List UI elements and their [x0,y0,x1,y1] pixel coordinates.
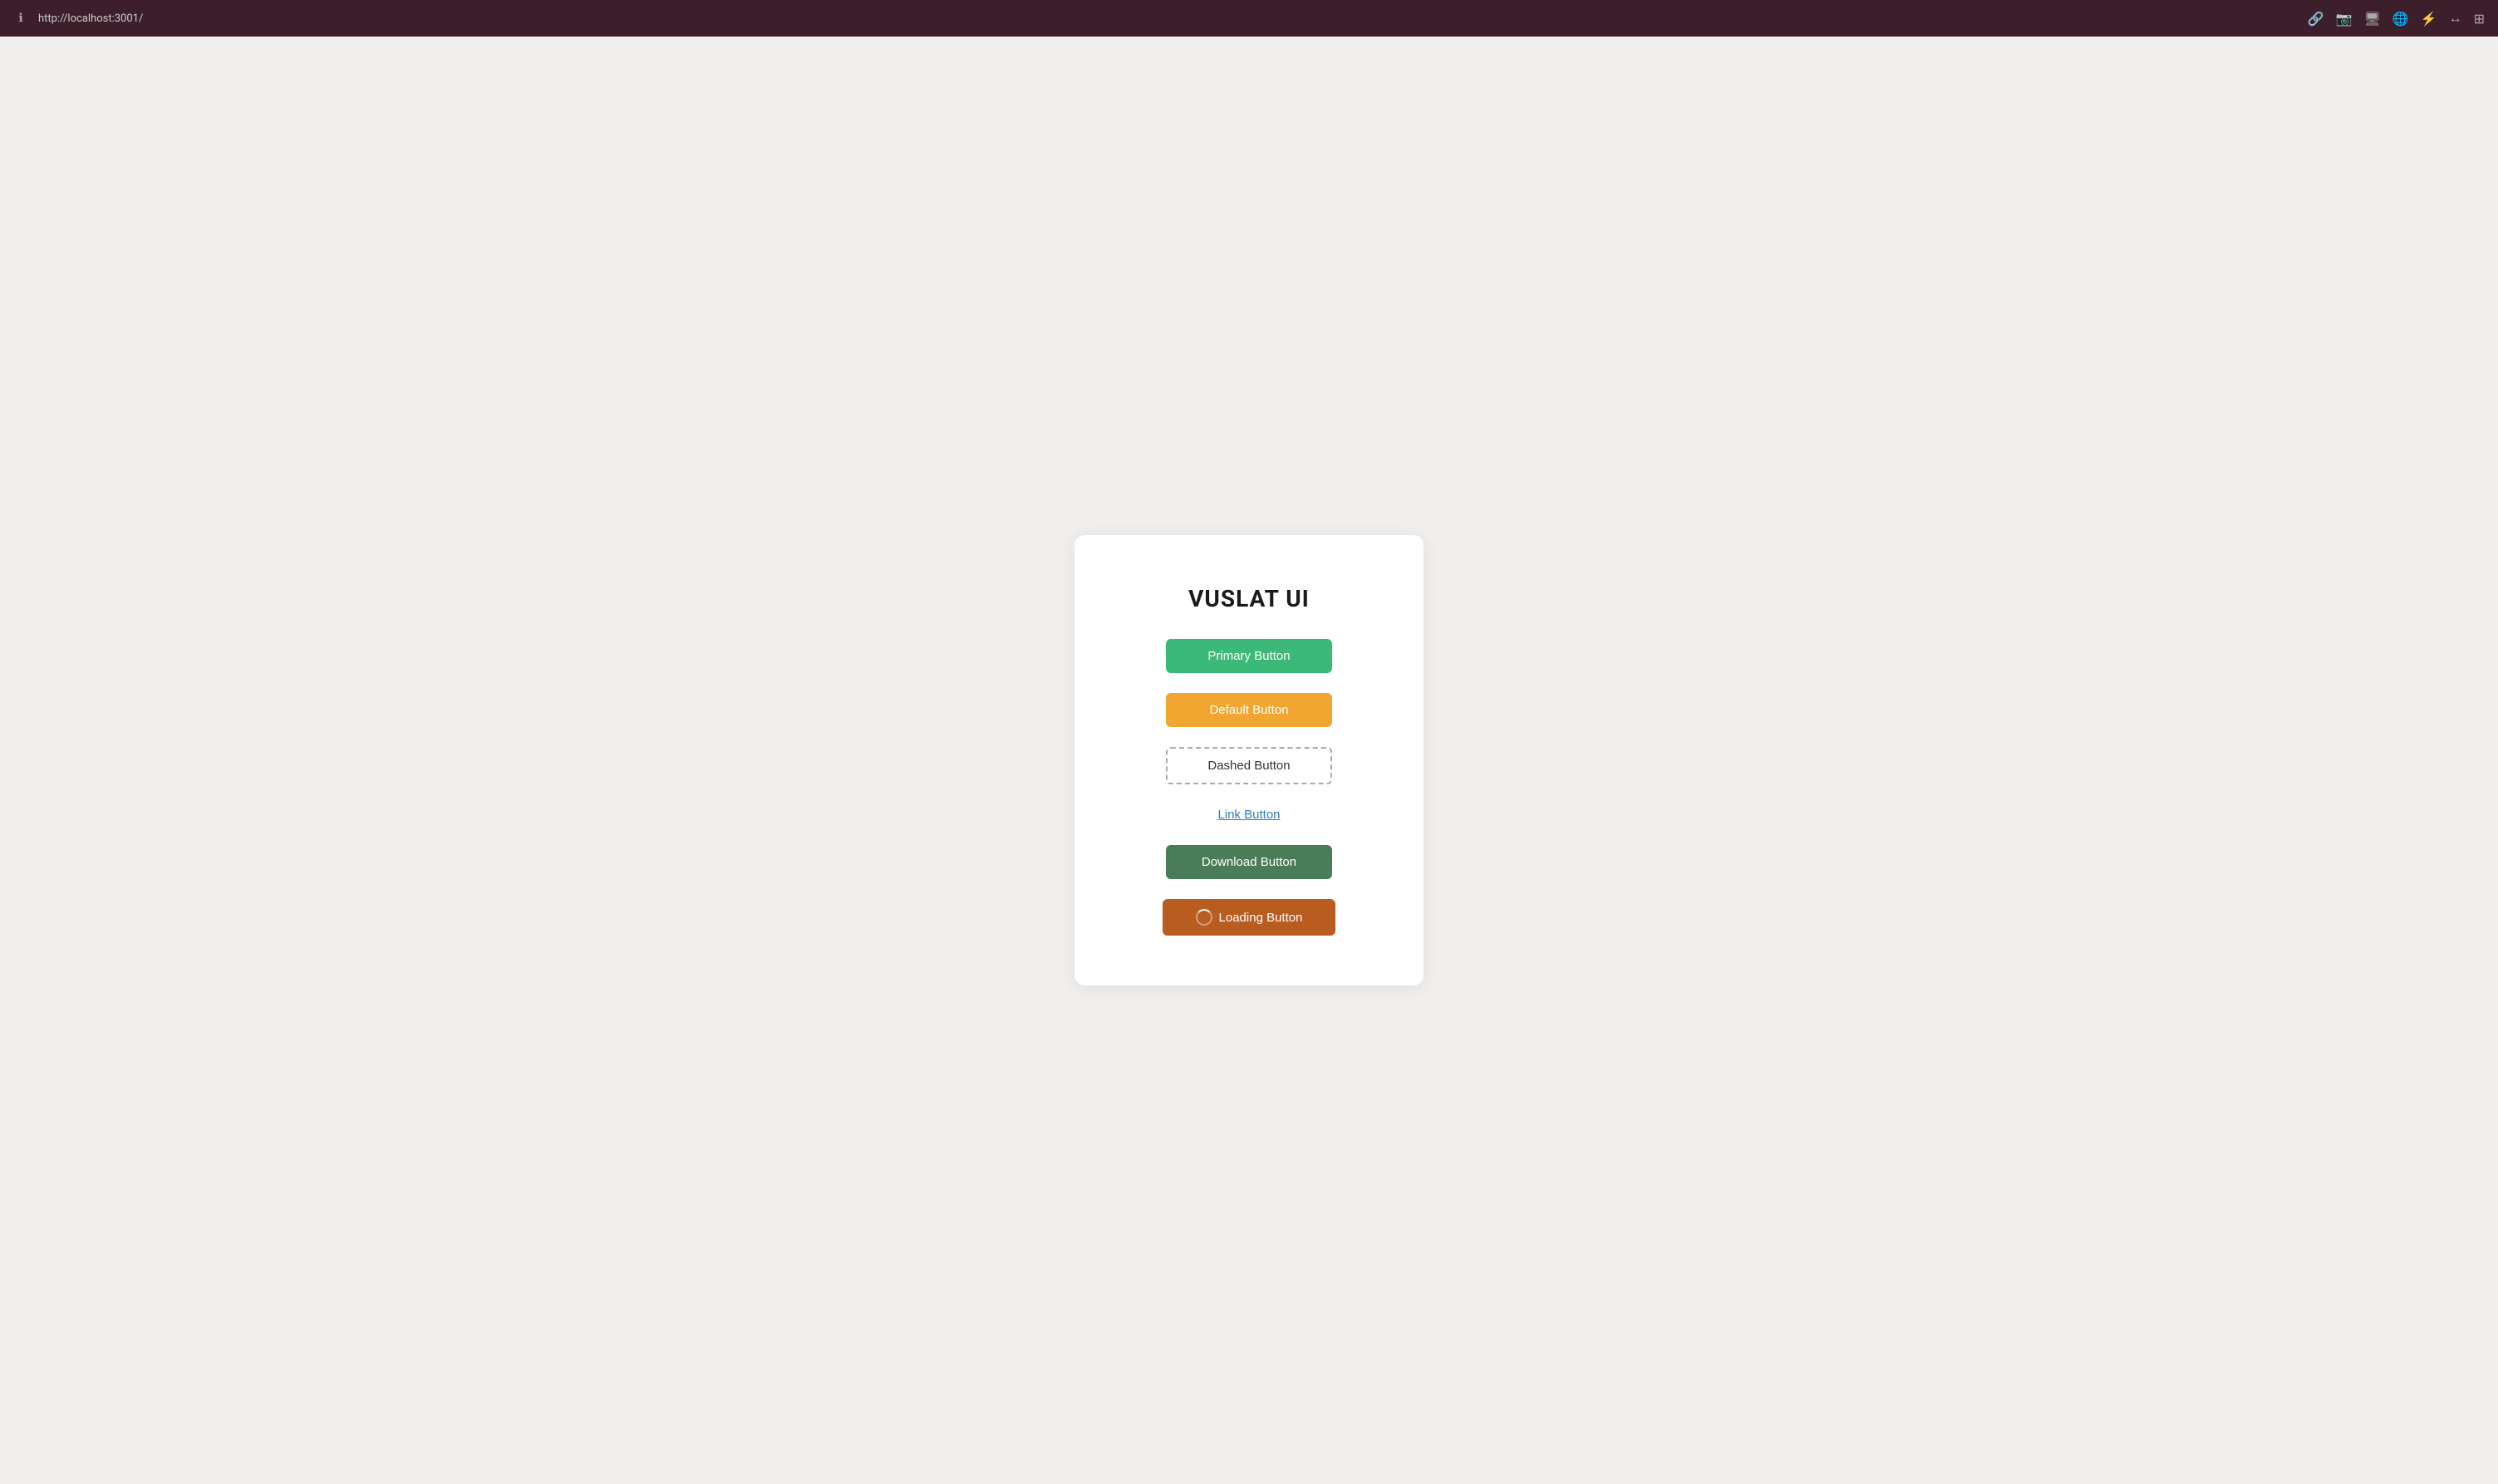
link-button[interactable]: Link Button [1217,804,1280,825]
dashed-button[interactable]: Dashed Button [1166,747,1332,784]
url-bar[interactable]: http://localhost:3001/ [38,12,2298,25]
default-button[interactable]: Default Button [1166,693,1332,727]
arrow-icon[interactable]: ↔ [2449,10,2462,27]
page-content: VUSLAT UI Primary Button Default Button … [0,37,2498,1484]
browser-bar: ℹ http://localhost:3001/ 🔗 📷 🖥 🌐 ⚡ ↔ ⊞ [0,0,2498,37]
screenshot-icon[interactable]: 📷 [2336,11,2353,27]
link-icon[interactable]: 🔗 [2308,11,2324,27]
download-button[interactable]: Download Button [1166,845,1332,879]
grid-icon[interactable]: ⊞ [2474,11,2485,27]
loading-spinner-icon [1196,909,1212,926]
loading-button-label: Loading Button [1219,911,1303,925]
browser-toolbar: 🔗 📷 🖥 🌐 ⚡ ↔ ⊞ [2308,10,2485,27]
info-icon: ℹ [13,11,28,26]
primary-button[interactable]: Primary Button [1166,639,1332,673]
loading-button[interactable]: Loading Button [1163,899,1336,936]
globe-icon[interactable]: 🌐 [2392,11,2409,27]
display-icon[interactable]: 🖥 [2363,11,2380,27]
main-card: VUSLAT UI Primary Button Default Button … [1074,535,1424,985]
page-title: VUSLAT UI [1188,585,1310,612]
extensions-icon[interactable]: ⚡ [2421,11,2437,27]
